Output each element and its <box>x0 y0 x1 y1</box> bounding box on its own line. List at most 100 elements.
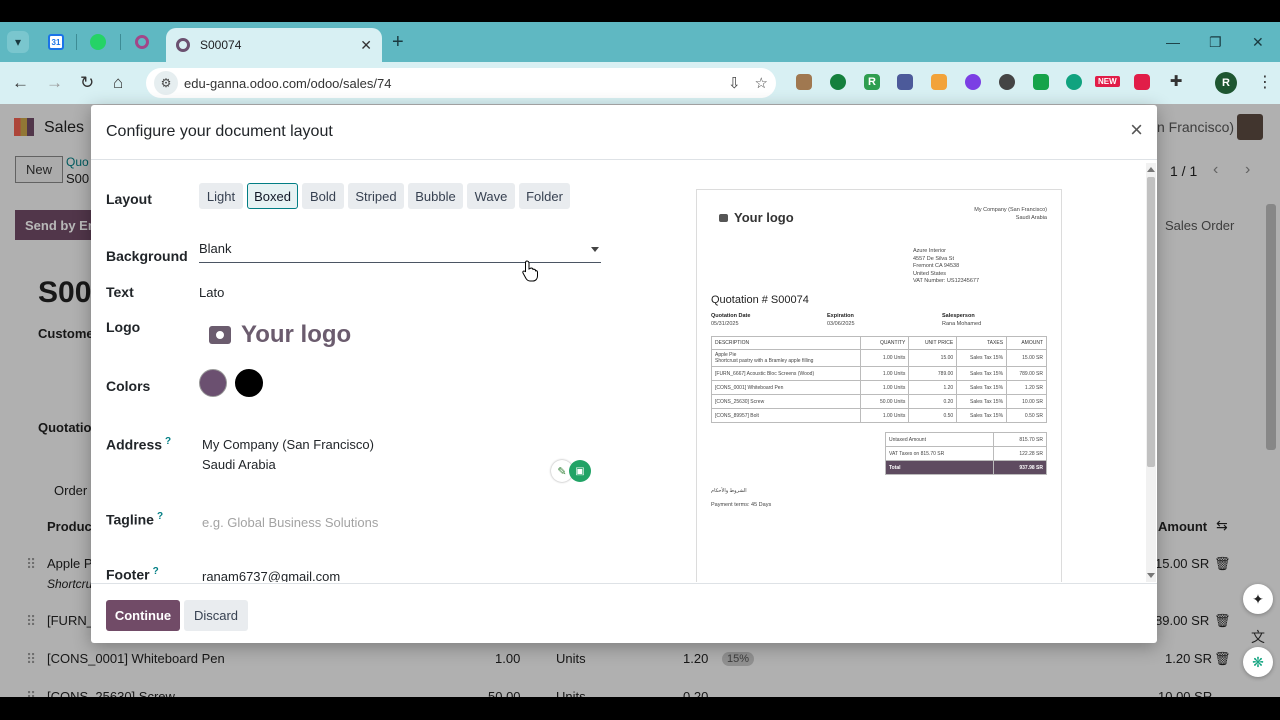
camera-icon <box>719 213 728 222</box>
minimize-icon[interactable]: — <box>1166 34 1180 50</box>
extension-robot-icon[interactable] <box>1033 74 1049 90</box>
ai-robot-icon[interactable]: ▣ <box>569 460 591 482</box>
url-text[interactable]: edu-ganna.odoo.com/odoo/sales/74 <box>184 76 714 91</box>
preview-customer-line: 4557 De Silva St <box>913 255 954 262</box>
preview-untaxed-value: 815.70 SR <box>992 432 1048 447</box>
tab-close-icon[interactable]: ✕ <box>360 37 372 54</box>
layout-option-boxed[interactable]: Boxed <box>247 183 298 209</box>
address-line-1: My Company (San Francisco) <box>202 437 374 452</box>
font-select[interactable]: Lato <box>199 285 224 300</box>
company-address[interactable]: My Company (San Francisco) Saudi Arabia <box>202 435 374 475</box>
extensions-puzzle-icon[interactable]: ✚ <box>1168 74 1184 90</box>
bookmark-star-icon[interactable]: ☆ <box>755 74 768 92</box>
extension-new-badge-icon[interactable]: NEW <box>1095 76 1120 87</box>
preview-line-desc: [CONS_0001] Whiteboard Pen <box>710 380 862 395</box>
grammarly-icon[interactable] <box>830 74 846 90</box>
preview-vat-value: 122.28 SR <box>992 446 1048 461</box>
background-select[interactable]: Blank <box>199 241 601 263</box>
address-label: Address? <box>106 436 171 453</box>
reload-icon[interactable]: ↻ <box>80 73 94 93</box>
new-tab-icon[interactable]: + <box>392 32 404 52</box>
preview-line-amount: 15.00 SR <box>1006 349 1047 367</box>
browser-menu-icon[interactable]: ⋮ <box>1257 72 1273 92</box>
extension-video-icon[interactable] <box>1134 74 1150 90</box>
camera-icon <box>209 326 231 344</box>
extension-r-icon[interactable]: R <box>864 74 880 90</box>
close-window-icon[interactable]: ✕ <box>1252 34 1264 51</box>
preview-meta-value: 03/06/2025 <box>827 321 855 327</box>
preview-col-header: AMOUNT <box>1006 336 1047 350</box>
preview-table-row: [FURN_6667] Acoustic Bloc Screens (Wood)… <box>710 366 1047 381</box>
preview-meta-label: Quotation Date <box>711 313 751 319</box>
pinned-tab-whatsapp[interactable] <box>86 30 110 54</box>
extension-window-icon[interactable] <box>897 74 913 90</box>
chatgpt-float-icon[interactable]: ❋ <box>1243 647 1273 677</box>
profile-avatar[interactable]: R <box>1215 72 1237 94</box>
preview-lines-table: DESCRIPTION QUANTITY UNIT PRICE TAXES AM… <box>710 336 1047 423</box>
tagline-help-icon[interactable]: ? <box>157 511 163 522</box>
pinned-tab-odoo[interactable] <box>130 30 154 54</box>
layout-option-wave[interactable]: Wave <box>467 183 515 209</box>
extension-search-icon[interactable] <box>931 74 947 90</box>
preview-customer-line: United States <box>913 270 947 277</box>
preview-line-qty: 1.00 Units <box>860 380 910 395</box>
browser-tab-strip: ▾ 31 S00074 ✕ + — ❐ ✕ <box>0 22 1280 62</box>
ai-assist-buttons: ✎ ▣ <box>551 460 591 482</box>
preview-customer-line: VAT Number: US12345677 <box>913 278 980 284</box>
footer-input[interactable]: ranam6737@gmail.com <box>202 569 340 582</box>
logo-upload[interactable]: Your logo <box>209 321 351 349</box>
footer-help-icon[interactable]: ? <box>153 566 159 577</box>
pinned-tab-calendar[interactable]: 31 <box>44 30 68 54</box>
preview-line-price: 789.00 <box>908 366 958 381</box>
chatgpt-icon[interactable] <box>1066 74 1082 90</box>
active-tab[interactable]: S00074 ✕ <box>166 28 382 62</box>
text-label: Text <box>106 284 134 300</box>
preview-line-subdesc: Shortcrust pastry with a Bramley apple f… <box>715 358 814 364</box>
browser-toolbar: ← → ↻ ⌂ ⚙ edu-ganna.odoo.com/odoo/sales/… <box>0 62 1280 104</box>
scroll-down-icon[interactable] <box>1147 573 1155 578</box>
footer-label-text: Footer <box>106 566 150 582</box>
address-help-icon[interactable]: ? <box>165 436 171 447</box>
layout-option-bold[interactable]: Bold <box>302 183 344 209</box>
primary-color-swatch[interactable] <box>199 369 227 397</box>
preview-meta-label: Salesperson <box>942 313 975 319</box>
tab-search-button[interactable]: ▾ <box>7 31 29 53</box>
preview-meta-value: Rana Mohamed <box>942 321 982 327</box>
preview-terms-arabic: الشروط والأحكام <box>711 488 747 494</box>
preview-col-header: DESCRIPTION <box>710 336 862 350</box>
tagline-label: Tagline? <box>106 511 163 528</box>
forward-icon[interactable]: → <box>46 73 63 93</box>
install-app-icon[interactable]: ⇩ <box>728 74 741 92</box>
tagline-label-text: Tagline <box>106 511 154 528</box>
layout-option-folder[interactable]: Folder <box>519 183 570 209</box>
scroll-thumb[interactable] <box>1147 177 1155 467</box>
layout-option-light[interactable]: Light <box>199 183 243 209</box>
preview-vat-row: VAT Taxes on 815.70 SR 122.28 SR <box>885 446 1048 461</box>
back-icon[interactable]: ← <box>12 73 29 93</box>
dialog-scrollbar[interactable] <box>1146 163 1156 582</box>
address-bar[interactable]: ⚙ edu-ganna.odoo.com/odoo/sales/74 ⇩ ☆ <box>146 68 776 98</box>
preview-line-qty: 50.00 Units <box>860 394 910 409</box>
extension-hat-icon[interactable] <box>796 74 812 90</box>
close-icon[interactable]: × <box>1130 119 1143 141</box>
preview-line-qty: 1.00 Units <box>860 408 910 423</box>
document-preview: Your logo My Company (San Francisco) Sau… <box>696 189 1062 582</box>
ai-sparkle-icon[interactable]: ✦ <box>1243 584 1273 614</box>
scroll-up-icon[interactable] <box>1147 167 1155 172</box>
preview-line-price: 15.00 <box>908 349 958 367</box>
preview-table-row: [CONS_0001] Whiteboard Pen 1.00 Units 1.… <box>710 380 1047 395</box>
layout-option-striped[interactable]: Striped <box>348 183 404 209</box>
home-icon[interactable]: ⌂ <box>113 73 123 93</box>
site-info-icon[interactable]: ⚙ <box>154 71 178 95</box>
preview-line-amount: 10.00 SR <box>1006 394 1047 409</box>
tagline-input[interactable]: e.g. Global Business Solutions <box>202 515 378 530</box>
restore-icon[interactable]: ❐ <box>1209 34 1222 51</box>
continue-button[interactable]: Continue <box>106 600 180 631</box>
layout-option-bubble[interactable]: Bubble <box>408 183 463 209</box>
dropdown-caret-icon <box>591 247 599 252</box>
extension-color-icon[interactable] <box>965 74 981 90</box>
extension-record-icon[interactable] <box>999 74 1015 90</box>
discard-button[interactable]: Discard <box>184 600 248 631</box>
secondary-color-swatch[interactable] <box>235 369 263 397</box>
preview-line-amount: 0.50 SR <box>1006 408 1047 423</box>
